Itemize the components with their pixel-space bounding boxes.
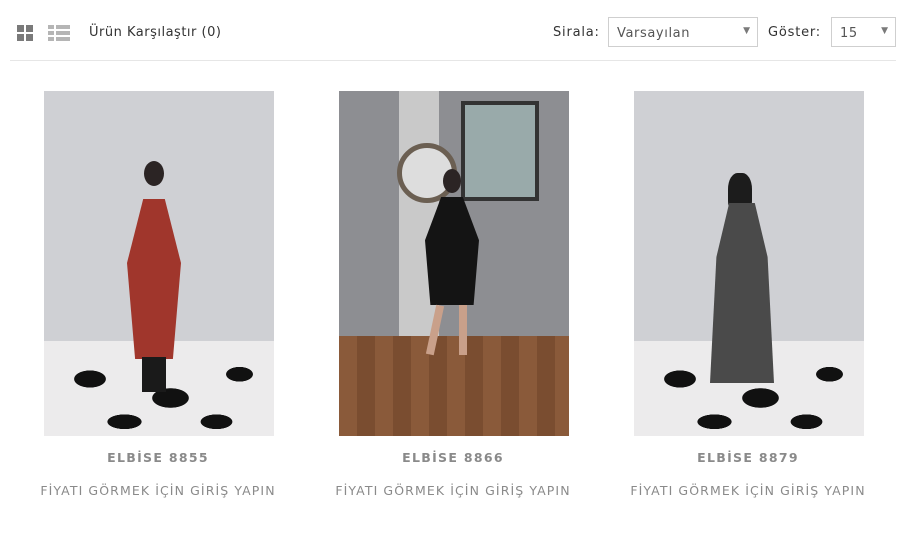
login-for-price-link[interactable]: FİYATI GÖRMEK İÇİN GİRİŞ YAPIN xyxy=(13,483,303,498)
product-name[interactable]: ELBİSE 8879 xyxy=(603,450,893,465)
chevron-down-icon: ▼ xyxy=(881,26,888,36)
product-image[interactable] xyxy=(634,91,864,436)
chevron-down-icon: ▼ xyxy=(743,26,750,36)
product-name[interactable]: ELBİSE 8866 xyxy=(308,450,598,465)
sort-select[interactable]: Varsayılan ▼ xyxy=(608,17,758,47)
login-for-price-link[interactable]: FİYATI GÖRMEK İÇİN GİRİŞ YAPIN xyxy=(603,483,893,498)
product-image[interactable] xyxy=(339,91,569,436)
sort-select-value: Varsayılan xyxy=(617,26,691,41)
show-select[interactable]: 15 ▼ xyxy=(831,17,896,47)
wood-floor xyxy=(339,336,569,436)
product-toolbar: Ürün Karşılaştır (0) Sirala: Varsayılan … xyxy=(10,0,896,61)
show-label: Göster: xyxy=(768,25,821,40)
sort-label: Sirala: xyxy=(553,25,600,40)
product-image[interactable] xyxy=(44,91,274,436)
mirror xyxy=(461,101,539,201)
login-for-price-link[interactable]: FİYATI GÖRMEK İÇİN GİRİŞ YAPIN xyxy=(308,483,598,498)
compare-link[interactable]: Ürün Karşılaştır (0) xyxy=(89,25,221,40)
list-view-icon[interactable] xyxy=(48,25,70,42)
show-select-value: 15 xyxy=(840,26,858,41)
grid-view-icon[interactable] xyxy=(17,25,35,42)
product-name[interactable]: ELBİSE 8855 xyxy=(13,450,303,465)
